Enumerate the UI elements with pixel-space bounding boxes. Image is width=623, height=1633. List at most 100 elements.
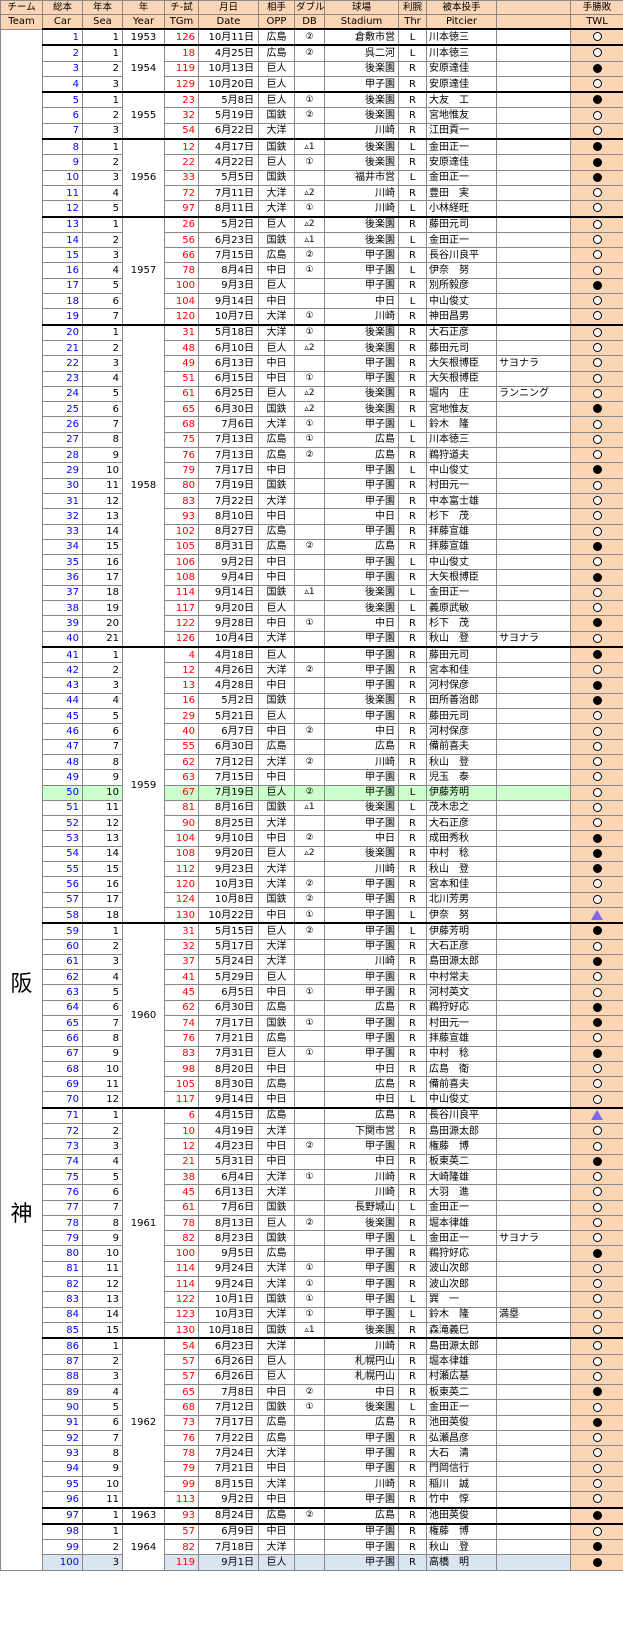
date-cell: 7月22日 [198, 492, 259, 510]
throws-cell: R [398, 1353, 427, 1370]
opponent-cell: 国鉄 [258, 107, 295, 124]
table-row: 51 11 81 8月16日 国鉄 ▵1 後楽園 L 茂木忠之 [1, 799, 623, 817]
doubleheader-cell: ① [294, 1306, 325, 1323]
white-circle-icon [592, 1218, 602, 1227]
throws-cell: L [398, 27, 427, 46]
table-row: 25 6 65 6月30日 国鉄 ▵2 後楽園 R 宮地惟友 [1, 401, 623, 418]
date-cell: 8月4日 [198, 262, 259, 279]
season-number: 4 [82, 262, 123, 279]
doubleheader-cell: ② [294, 1214, 325, 1232]
note-cell [496, 492, 571, 510]
table-row: 97 1 1963 93 8月24日 広島 ② 広島 R 池田英俊 [1, 1506, 623, 1525]
table-row: 20 1 1958 31 5月18日 大洋 ① 後楽園 R 大石正彦 [1, 323, 623, 648]
doubleheader-cell: ▵2 [294, 845, 325, 863]
result-cell [570, 44, 623, 62]
opponent-cell: 大洋 [258, 184, 295, 202]
year-cell: 1961 [122, 1106, 165, 1339]
stadium-cell: 甲子園 [324, 645, 399, 664]
doubleheader-cell: ① [294, 1168, 325, 1186]
header-cell: Year [122, 14, 165, 30]
stadium-cell: 甲子園 [324, 1460, 399, 1477]
season-number: 13 [82, 830, 123, 847]
stadium-cell: 川崎 [324, 122, 399, 140]
career-number: 13 [42, 215, 83, 233]
result-cell [570, 477, 623, 494]
pitcher-cell: 金田正一 [426, 231, 497, 249]
team-game: 62 [164, 753, 199, 771]
table-row: 73 3 12 4月23日 中日 ② 甲子園 R 権藤 博 [1, 1138, 623, 1155]
opponent-cell: 大洋 [258, 662, 295, 679]
table-row: 60 2 32 5月17日 大洋 甲子園 R 大石正彦 [1, 938, 623, 955]
date-cell: 4月15日 [198, 1106, 259, 1125]
date-cell: 7月11日 [198, 184, 259, 202]
date-cell: 6月7日 [198, 723, 259, 740]
black-circle-icon [592, 157, 602, 167]
doubleheader-cell: ① [294, 200, 325, 218]
stadium-cell: 後楽園 [324, 599, 399, 617]
team-game: 56 [164, 231, 199, 249]
result-cell [570, 830, 623, 847]
team-game: 32 [164, 938, 199, 955]
table-row: 81 11 114 9月24日 大洋 ① 甲子園 R 波山次郎 [1, 1260, 623, 1278]
doubleheader-cell [294, 492, 325, 510]
throws-cell: R [398, 1384, 427, 1401]
white-circle-icon [592, 1187, 602, 1197]
pitcher-cell: 長谷川良平 [426, 247, 497, 264]
season-number: 8 [82, 1214, 123, 1232]
white-circle-icon [592, 203, 602, 213]
result-cell [570, 1060, 623, 1078]
date-cell: 5月8日 [198, 91, 259, 109]
opponent-cell: 大洋 [258, 1260, 295, 1278]
note-cell [496, 44, 571, 62]
date-cell: 6月13日 [198, 1184, 259, 1201]
pitcher-cell: 田所善治郎 [426, 692, 497, 710]
white-circle-icon [592, 388, 602, 398]
pitcher-cell: 大石正彦 [426, 938, 497, 955]
stadium-cell: 中日 [324, 293, 399, 310]
table-row: 54 14 108 9月20日 巨人 ▵2 後楽園 R 中村 稔 [1, 845, 623, 863]
white-circle-icon [592, 1202, 602, 1212]
career-number: 39 [42, 615, 83, 632]
stadium-cell: 甲子園 [324, 523, 399, 540]
table-row: 16 4 78 8月4日 中日 ① 甲子園 L 伊奈 努 [1, 262, 623, 279]
table-row: 52 12 90 8月25日 大洋 甲子園 R 大石正彦 [1, 815, 623, 832]
note-cell [496, 416, 571, 433]
season-number: 10 [82, 462, 123, 479]
date-cell: 9月24日 [198, 1260, 259, 1278]
date-cell: 7月21日 [198, 1030, 259, 1047]
note-cell [496, 1554, 571, 1571]
result-cell [570, 447, 623, 464]
season-number: 3 [82, 247, 123, 264]
career-number: 6 [42, 107, 83, 124]
date-cell: 9月20日 [198, 845, 259, 863]
table-row: 31 12 83 7月22日 大洋 甲子園 R 中本富士雄 [1, 492, 623, 510]
pitcher-cell: 宮本和佳 [426, 876, 497, 893]
white-circle-icon [592, 434, 602, 444]
season-number: 7 [82, 1430, 123, 1447]
date-cell: 9月2日 [198, 1491, 259, 1508]
career-number: 21 [42, 339, 83, 357]
table-row: 99 2 82 7月18日 大洋 甲子園 R 秋山 登 [1, 1539, 623, 1556]
header-cell: 相手 [258, 0, 295, 15]
black-circle-icon [592, 541, 602, 551]
opponent-cell: 中日 [258, 1384, 295, 1401]
black-circle-icon [592, 1510, 602, 1520]
season-number: 7 [82, 1014, 123, 1032]
date-cell: 7月15日 [198, 769, 259, 786]
pitcher-cell: 藤田元司 [426, 708, 497, 725]
white-circle-icon [592, 772, 602, 782]
result-cell [570, 122, 623, 140]
career-number: 8 [42, 138, 83, 156]
opponent-cell: 中日 [258, 262, 295, 279]
season-number: 11 [82, 477, 123, 494]
opponent-cell: 国鉄 [258, 1399, 295, 1416]
note-cell [496, 784, 571, 801]
white-circle-icon [592, 987, 602, 997]
team-game: 102 [164, 523, 199, 540]
table-row: 65 7 74 7月17日 国鉄 ① 甲子園 R 村田元一 [1, 1014, 623, 1032]
doubleheader-cell: ① [294, 615, 325, 632]
table-row: 19 7 120 10月7日 大洋 ① 川崎 R 神田昌男 [1, 308, 623, 326]
pitcher-cell: 秋山 登 [426, 1539, 497, 1556]
date-cell: 5月18日 [198, 323, 259, 341]
black-circle-icon [592, 1557, 602, 1567]
